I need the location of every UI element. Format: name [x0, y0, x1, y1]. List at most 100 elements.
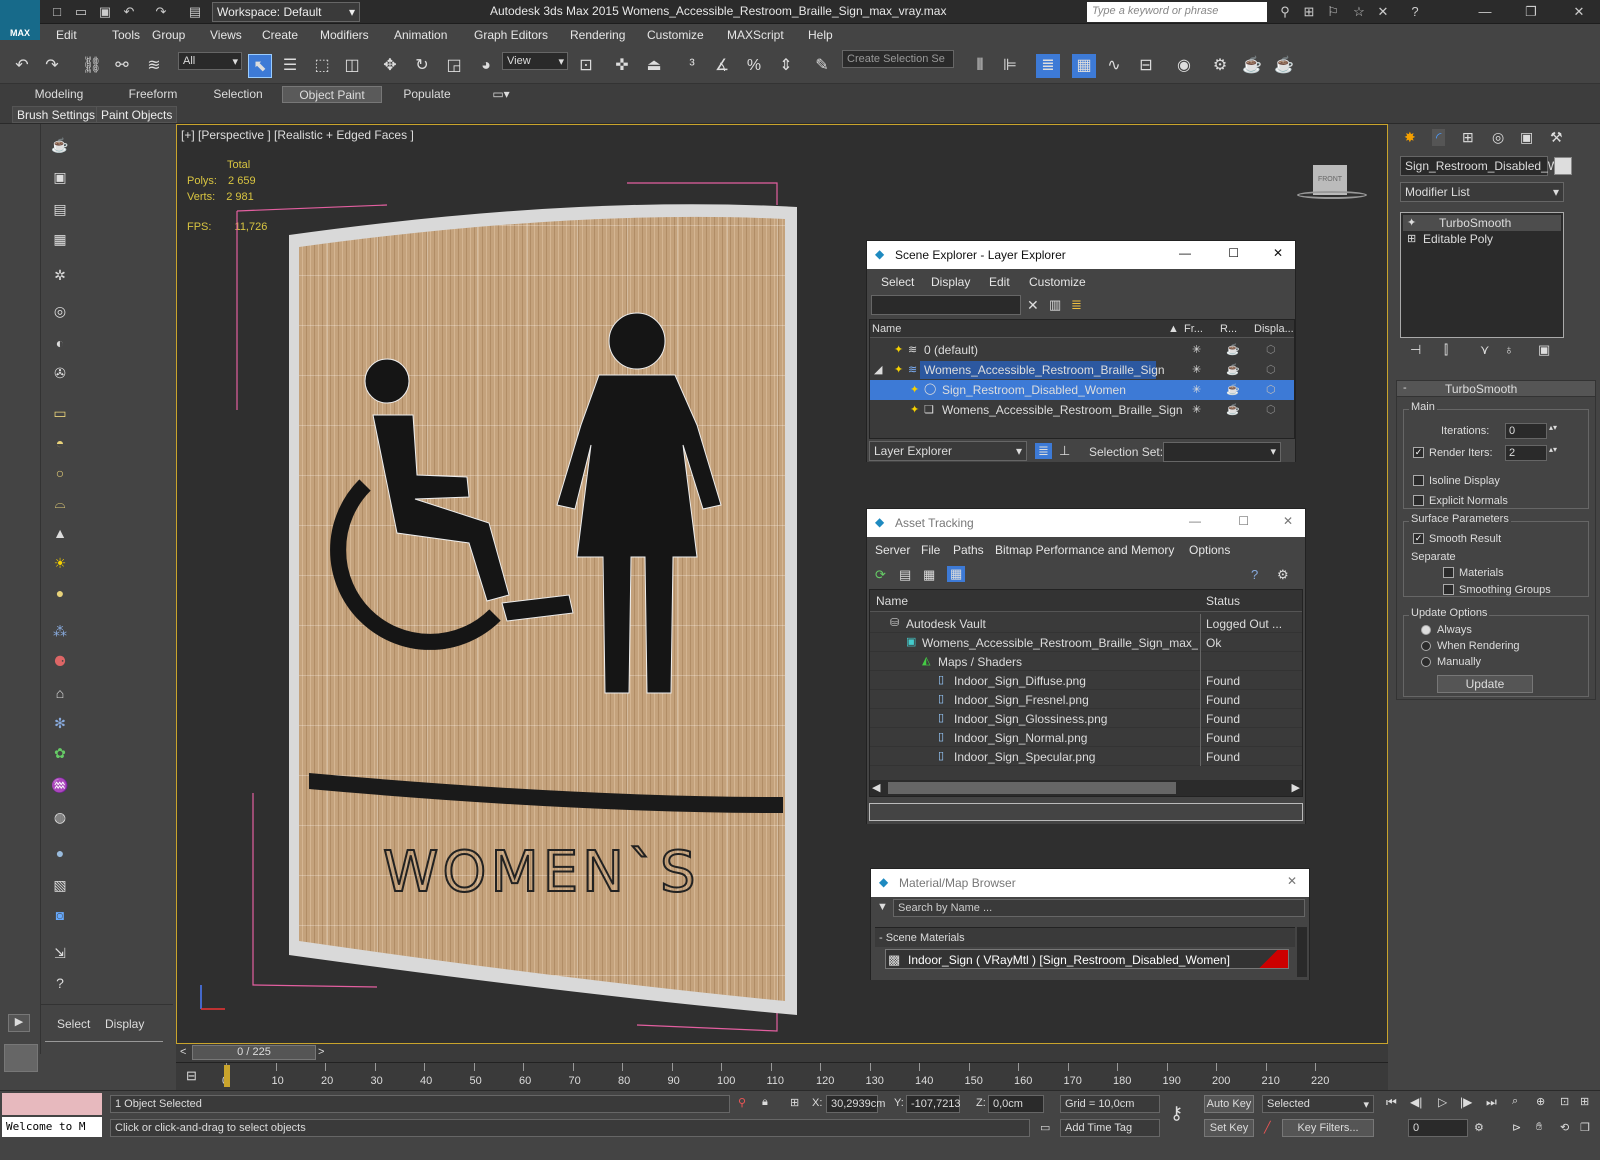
minimize-icon[interactable]: — — [1189, 514, 1201, 528]
close-icon[interactable]: ✕ — [1287, 874, 1297, 888]
play-script-icon[interactable]: ▶ — [8, 1014, 30, 1032]
at-menu-file[interactable]: File — [921, 543, 940, 563]
render-iters-spinner[interactable]: 2 — [1505, 445, 1547, 461]
brush-settings-button[interactable]: Brush Settings — [12, 106, 101, 123]
teapot-icon[interactable]: ☕ — [49, 134, 71, 156]
zoom-icon[interactable]: ⌕ — [1512, 1095, 1518, 1108]
isolate-icon[interactable]: ⚲ — [738, 1096, 746, 1109]
tab-selection[interactable]: Selection — [196, 86, 280, 103]
time-slider[interactable]: < 0 / 225 > — [176, 1044, 1388, 1062]
hair-fur-icon[interactable]: ♒ — [49, 774, 71, 796]
rotate-icon[interactable]: ↻ — [410, 54, 434, 78]
maxscript-listener[interactable]: Welcome to M — [2, 1117, 102, 1137]
goto-end-icon[interactable]: ⏭ — [1486, 1095, 1497, 1110]
separate-smoothing-checkbox[interactable] — [1443, 584, 1454, 595]
selection-set-dropdown[interactable]: ▾ — [1163, 442, 1281, 462]
next-frame-icon[interactable]: > — [318, 1046, 324, 1058]
se-col-display[interactable]: Displa... — [1254, 323, 1294, 335]
rollout-header[interactable]: - TurboSmooth — [1397, 381, 1595, 397]
smooth-result-checkbox[interactable]: ✓ — [1413, 533, 1424, 544]
asset-path-field[interactable] — [869, 803, 1303, 821]
restore-icon[interactable]: ❐ — [1522, 3, 1540, 21]
absolute-mode-icon[interactable]: ⊞ — [790, 1096, 799, 1109]
fov-icon[interactable]: ⊳ — [1512, 1121, 1521, 1134]
at-menu-options[interactable]: Options — [1189, 543, 1230, 563]
sort-layers-icon[interactable]: ≣ — [1035, 443, 1052, 459]
keyboard-shortcut-icon[interactable]: ⏏ — [642, 54, 666, 78]
expand-arrow-icon[interactable]: ◢ — [874, 363, 882, 376]
motion-tab-icon[interactable]: ◎ — [1492, 129, 1504, 146]
at-col-status[interactable]: Status — [1206, 594, 1240, 608]
save-icon[interactable]: ▣ — [96, 3, 114, 21]
goto-start-icon[interactable]: ⏮ — [1386, 1095, 1397, 1110]
undo-icon[interactable]: ↶ — [10, 54, 34, 78]
table-view-icon[interactable]: ▦ — [947, 566, 966, 582]
se-row-selected-object[interactable]: ✦ ◯ Sign_Restroom_Disabled_Women ✳ ☕ ⬡ — [870, 380, 1294, 400]
maxscript-listener-top[interactable] — [2, 1093, 102, 1115]
scene-explorer-icon[interactable]: ▦ — [1072, 54, 1096, 78]
zoom-all-icon[interactable]: ⊕ — [1536, 1095, 1545, 1108]
maximize-viewport-icon[interactable]: ❐ — [1580, 1121, 1590, 1134]
freeze-icon[interactable]: ✳ — [1192, 343, 1201, 356]
cone-icon[interactable]: ▲ — [49, 522, 71, 544]
configure-sets-icon[interactable]: ▣ — [1538, 342, 1550, 358]
scene-explorer-titlebar[interactable]: ◆ Scene Explorer - Layer Explorer — ☐ ✕ — [867, 241, 1295, 269]
close-icon[interactable]: ✕ — [1283, 514, 1293, 528]
app-logo[interactable]: MAX — [0, 0, 40, 40]
render-iters-checkbox[interactable]: ✓ — [1413, 447, 1424, 458]
basket-icon[interactable]: ⌓ — [49, 492, 71, 514]
scroll-right-icon[interactable]: ▶ — [1292, 781, 1300, 794]
lightbulb-icon[interactable]: ✦ — [894, 363, 903, 376]
dome-icon[interactable]: ◓ — [49, 432, 71, 454]
iterations-spinner[interactable]: 0 — [1505, 423, 1547, 439]
render-production-icon[interactable]: ☕ — [1272, 54, 1296, 78]
link-icon[interactable]: ⛓ — [80, 54, 104, 78]
mini-curve-editor-icon[interactable]: ⊟ — [186, 1068, 197, 1084]
stack-item-turbosmooth[interactable]: ✦ TurboSmooth — [1403, 215, 1561, 231]
menu-tools[interactable]: Tools — [112, 28, 140, 42]
clear-search-icon[interactable]: ✕ — [1027, 297, 1039, 314]
se-col-name[interactable]: Name — [872, 323, 901, 335]
snap-3d-icon[interactable]: ³ — [680, 54, 704, 78]
display-box-icon[interactable]: ⬡ — [1266, 343, 1276, 356]
viewcube-ring[interactable] — [1297, 191, 1367, 199]
asset-row[interactable]: ▣ Womens_Accessible_Restroom_Braille_Sign… — [870, 633, 1302, 652]
render-teapot-icon[interactable]: ☕ — [1226, 343, 1240, 356]
auto-key-button[interactable]: Auto Key — [1204, 1095, 1254, 1113]
tab-modeling[interactable]: Modeling — [10, 86, 108, 103]
x-coordinate-field[interactable]: 30,2939cm — [826, 1095, 885, 1113]
asset-row[interactable]: ▯ Indoor_Sign_Diffuse.png Found — [870, 671, 1302, 690]
browser-options-icon[interactable]: ▼ — [877, 901, 888, 913]
render-frame-icon[interactable]: ☕ — [1240, 54, 1264, 78]
tab-freeform[interactable]: Freeform — [110, 86, 196, 103]
se-row-default[interactable]: ✦ ≋ 0 (default) ✳ ☕ ⬡ — [870, 340, 1294, 360]
detail-view-icon[interactable]: ▦ — [923, 567, 935, 583]
refresh-icon[interactable]: ⟳ — [875, 567, 886, 583]
rect-selection-icon[interactable]: ⬚ — [310, 54, 334, 78]
tab-populate[interactable]: Populate — [384, 86, 470, 103]
film-icon[interactable]: ✇ — [49, 362, 71, 384]
at-menu-server[interactable]: Server — [875, 543, 910, 563]
zoom-extents-icon[interactable]: ⊡ — [1560, 1095, 1569, 1108]
se-row-group[interactable]: ✦ ❏ Womens_Accessible_Restroom_Braille_S… — [870, 400, 1294, 420]
box-icon[interactable]: ▭ — [49, 402, 71, 424]
tab-display[interactable]: Display — [105, 1017, 144, 1031]
new-icon[interactable]: □ — [48, 3, 66, 21]
se-menu-display[interactable]: Display — [931, 275, 970, 295]
update-when-rendering-radio[interactable] — [1421, 641, 1431, 651]
pan-icon[interactable]: ✋︎ — [1536, 1121, 1542, 1134]
moon-icon[interactable]: ◐ — [49, 332, 71, 354]
menu-group[interactable]: Group — [152, 28, 185, 42]
communication-icon[interactable]: ⚐ — [1324, 3, 1342, 21]
select-by-name-icon[interactable]: ☰ — [278, 54, 302, 78]
menu-create[interactable]: Create — [262, 28, 298, 42]
favorites-star-icon[interactable]: ☆ — [1350, 3, 1368, 21]
lightbulb-icon[interactable]: ✦ — [910, 403, 919, 416]
scatter-icon[interactable]: ◍ — [49, 806, 71, 828]
key-mode-dropdown[interactable]: Selected ▾ — [1262, 1095, 1374, 1113]
render-teapot-icon[interactable]: ☕ — [1226, 383, 1240, 396]
display-box-icon[interactable]: ⬡ — [1266, 403, 1276, 416]
render-setup-icon[interactable]: ⚙ — [1208, 54, 1232, 78]
help-icon[interactable]: ? — [49, 972, 71, 994]
orbit-icon[interactable]: ⟲ — [1560, 1121, 1569, 1134]
